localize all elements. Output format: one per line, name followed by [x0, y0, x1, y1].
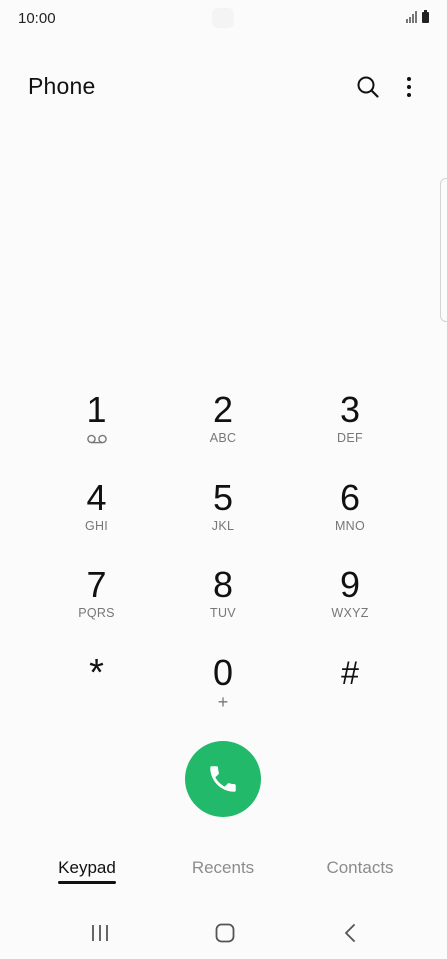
key-digit: 4 — [86, 476, 107, 518]
key-digit: 5 — [212, 476, 234, 518]
key-hash[interactable]: # — [288, 651, 412, 739]
key-letters: TUV — [210, 606, 236, 620]
key-digit: 8 — [212, 564, 234, 605]
dial-keypad: 1 2 ABC 3 DEF 4 GHI 5 JKL 6 MNO 7 PQRS 8… — [35, 388, 412, 738]
key-digit: # — [341, 654, 359, 691]
key-4[interactable]: 4 GHI — [35, 476, 158, 564]
key-letters: MNO — [334, 518, 366, 533]
active-tab-indicator — [58, 881, 116, 884]
key-6[interactable]: 6 MNO — [288, 476, 412, 564]
recent-apps-icon — [92, 925, 108, 941]
call-button[interactable] — [185, 741, 261, 817]
signal-icon — [406, 11, 417, 23]
key-digit: 9 — [339, 564, 361, 605]
key-plus-label: + — [217, 691, 229, 712]
home-button[interactable] — [213, 921, 237, 945]
key-5[interactable]: 5 JKL — [158, 476, 288, 564]
search-icon — [357, 76, 379, 98]
key-star[interactable]: * — [35, 651, 158, 739]
voicemail-icon — [86, 431, 108, 447]
key-letters: ABC — [209, 431, 237, 445]
key-digit: 7 — [86, 564, 107, 605]
edge-panel-handle[interactable] — [440, 178, 447, 322]
key-9[interactable]: 9 WXYZ — [288, 563, 412, 651]
key-1[interactable]: 1 — [35, 388, 158, 476]
back-button[interactable] — [339, 921, 361, 945]
key-8[interactable]: 8 TUV — [158, 563, 288, 651]
key-letters: DEF — [337, 431, 363, 445]
more-options-button[interactable] — [398, 74, 420, 100]
battery-icon — [422, 10, 429, 23]
home-icon — [215, 923, 235, 943]
camera-cutout — [212, 8, 234, 28]
status-time: 10:00 — [18, 10, 56, 27]
key-letters: JKL — [211, 518, 235, 533]
key-letters: GHI — [84, 518, 109, 533]
key-digit: * — [89, 651, 104, 694]
page-title: Phone — [28, 73, 96, 99]
key-letters: PQRS — [78, 606, 115, 620]
key-digit: 1 — [86, 389, 107, 430]
tab-keypad[interactable]: Keypad — [58, 858, 116, 878]
key-digit: 2 — [212, 389, 234, 430]
key-digit: 3 — [339, 389, 361, 430]
key-0[interactable]: 0 + — [158, 651, 288, 739]
phone-dialer-screen: 10:00 Phone 1 2 ABC 3 DEF 4 GHI 5 JKL 6 … — [0, 0, 447, 959]
more-vertical-icon — [407, 77, 411, 97]
key-letters: WXYZ — [331, 606, 369, 620]
key-3[interactable]: 3 DEF — [288, 388, 412, 476]
tab-contacts[interactable]: Contacts — [320, 858, 400, 878]
recent-apps-button[interactable] — [89, 922, 111, 944]
status-icons — [406, 10, 429, 23]
key-digit: 0 — [212, 651, 234, 693]
phone-icon — [210, 766, 236, 792]
tab-recents[interactable]: Recents — [186, 858, 260, 878]
back-icon — [345, 924, 355, 942]
key-2[interactable]: 2 ABC — [158, 388, 288, 476]
key-7[interactable]: 7 PQRS — [35, 563, 158, 651]
key-digit: 6 — [339, 476, 361, 518]
search-button[interactable] — [355, 74, 381, 100]
